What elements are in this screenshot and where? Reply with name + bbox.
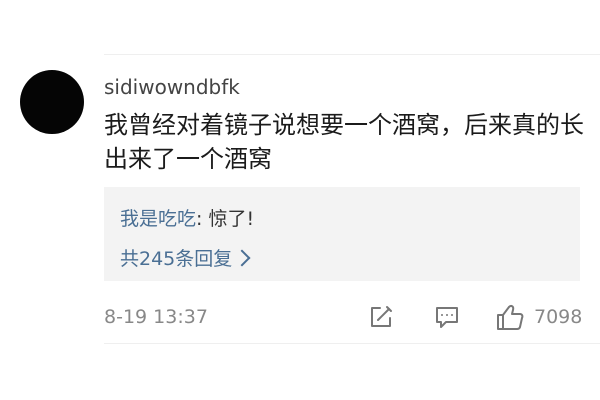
reply-text: 惊了! bbox=[202, 208, 255, 230]
like-count: 7098 bbox=[534, 306, 583, 328]
like-button[interactable]: 7098 bbox=[494, 299, 582, 335]
thumbs-up-icon bbox=[494, 302, 526, 332]
view-replies-label: 共245条回复 bbox=[120, 248, 233, 270]
top-divider bbox=[104, 54, 600, 55]
comment-screen: sidiwowndbfk 我曾经对着镜子说想要一个酒窝，后来真的长出来了一个酒窝… bbox=[0, 0, 600, 400]
chevron-right-icon bbox=[233, 249, 251, 266]
reply-preview-box[interactable]: 我是吃吃: 惊了! 共245条回复 bbox=[104, 187, 580, 281]
comment-body: 我曾经对着镜子说想要一个酒窝，后来真的长出来了一个酒窝 bbox=[104, 111, 584, 173]
comment-button[interactable] bbox=[432, 299, 462, 335]
comment-icon bbox=[432, 302, 462, 332]
bottom-divider bbox=[104, 343, 600, 344]
comment-timestamp: 8-19 13:37 bbox=[104, 306, 208, 328]
edit-icon bbox=[366, 302, 396, 332]
edit-button[interactable] bbox=[366, 299, 396, 335]
reply-username[interactable]: 我是吃吃 bbox=[120, 208, 196, 230]
view-replies-link[interactable]: 共245条回复 bbox=[120, 244, 251, 271]
comment-username[interactable]: sidiwowndbfk bbox=[104, 75, 240, 99]
user-avatar[interactable] bbox=[20, 70, 84, 134]
reply-preview-line: 我是吃吃: 惊了! bbox=[120, 204, 254, 231]
